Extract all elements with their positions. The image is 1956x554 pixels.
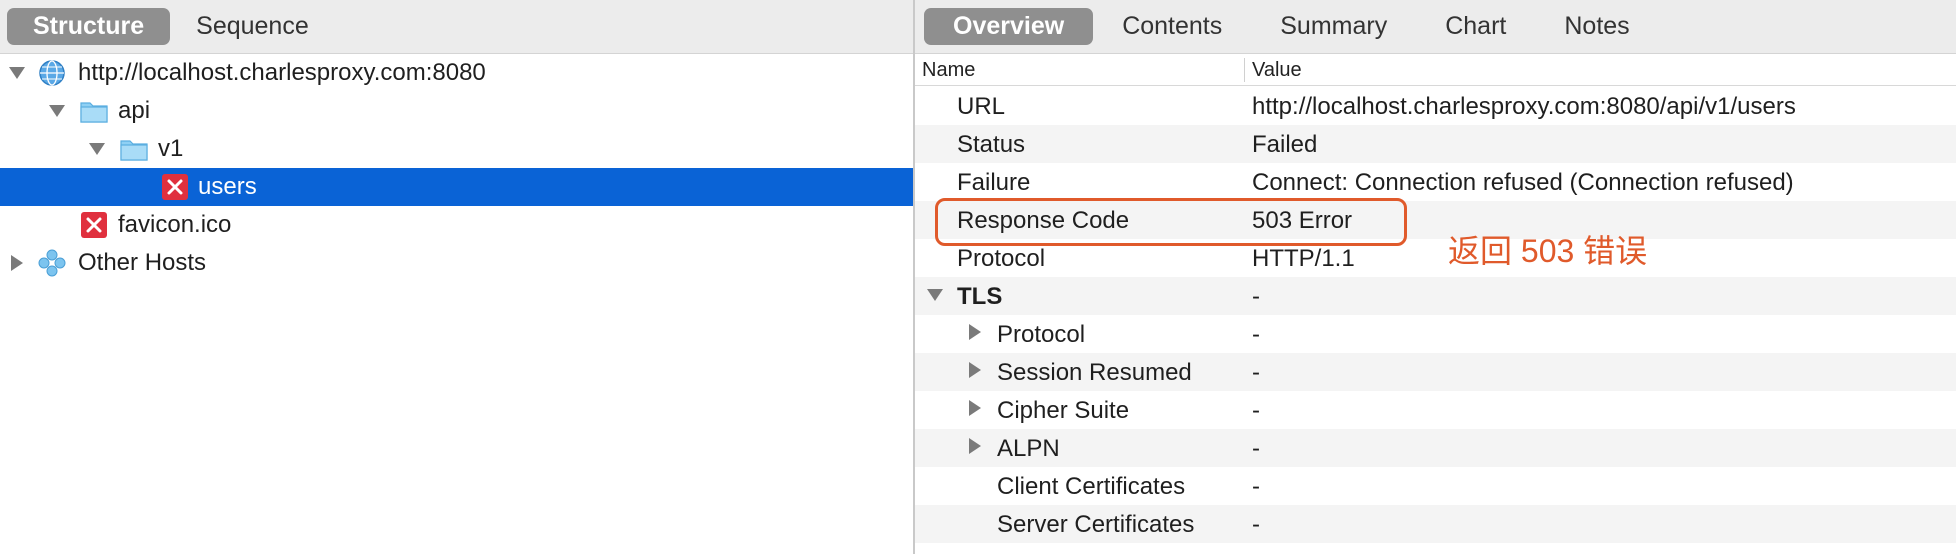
tab-sequence[interactable]: Sequence — [170, 8, 335, 45]
column-header-name[interactable]: Name — [922, 59, 975, 82]
annotation-highlight-box — [935, 198, 1407, 246]
tree-item-host[interactable]: http://localhost.charlesproxy.com:8080 — [0, 54, 913, 92]
column-header-value[interactable]: Value — [1252, 59, 1302, 82]
structure-pane: Structure Sequence http://localhost.char… — [0, 0, 913, 554]
tree-item-api[interactable]: api — [0, 92, 913, 130]
row-name: TLS — [957, 283, 1003, 310]
table-row[interactable]: Server Certificates - — [915, 505, 1956, 543]
tree-label-users: users — [198, 173, 257, 200]
row-value: - — [1252, 435, 1260, 462]
tree-label-api: api — [118, 97, 151, 124]
table-header: Name Value — [915, 54, 1956, 86]
tree-item-users[interactable]: users — [0, 168, 913, 206]
disclosure-expanded-icon[interactable] — [6, 62, 28, 84]
disclosure-expanded-icon[interactable] — [46, 100, 68, 122]
table-row[interactable]: Failure Connect: Connection refused (Con… — [915, 163, 1956, 201]
tree-label-other-hosts: Other Hosts — [78, 249, 207, 276]
tab-contents[interactable]: Contents — [1093, 8, 1251, 45]
tree-label-host: http://localhost.charlesproxy.com:8080 — [78, 59, 486, 86]
disclosure-expanded-icon[interactable] — [927, 289, 943, 301]
table-row[interactable]: Protocol - — [915, 315, 1956, 353]
disclosure-collapsed-icon[interactable] — [6, 252, 28, 274]
table-row[interactable]: Session Resumed - — [915, 353, 1956, 391]
tree-item-other-hosts[interactable]: Other Hosts — [0, 244, 913, 282]
row-value: HTTP/1.1 — [1252, 245, 1355, 272]
disclosure-collapsed-icon[interactable] — [969, 400, 981, 416]
annotation-label: 返回 503 错误 — [1448, 233, 1648, 269]
right-tabbar: Overview Contents Summary Chart Notes — [915, 0, 1956, 54]
tree-label-favicon: favicon.ico — [118, 211, 232, 238]
tab-notes[interactable]: Notes — [1535, 8, 1658, 45]
row-value: - — [1252, 283, 1260, 310]
row-name: Protocol — [997, 321, 1086, 348]
row-name: ALPN — [997, 435, 1060, 462]
row-value: Connect: Connection refused (Connection … — [1252, 169, 1794, 196]
tree-item-favicon[interactable]: favicon.ico — [0, 206, 913, 244]
table-row[interactable]: TLS - — [915, 277, 1956, 315]
row-value: - — [1252, 473, 1260, 500]
row-name: Client Certificates — [997, 473, 1186, 500]
hosts-cluster-icon — [38, 249, 66, 277]
tab-structure[interactable]: Structure — [7, 8, 171, 45]
row-value: - — [1252, 397, 1260, 424]
row-value: - — [1252, 321, 1260, 348]
row-name: Cipher Suite — [997, 397, 1130, 424]
table-row[interactable]: ALPN - — [915, 429, 1956, 467]
table-row[interactable]: URL http://localhost.charlesproxy.com:80… — [915, 87, 1956, 125]
error-icon — [162, 174, 188, 200]
disclosure-collapsed-icon[interactable] — [969, 438, 981, 454]
folder-icon — [120, 140, 148, 161]
row-name: Status — [957, 131, 1026, 158]
tab-chart[interactable]: Chart — [1416, 8, 1535, 45]
table-row[interactable]: Cipher Suite - — [915, 391, 1956, 429]
globe-icon — [39, 60, 65, 86]
tab-overview[interactable]: Overview — [924, 8, 1094, 45]
row-name: Server Certificates — [997, 511, 1195, 538]
row-name: URL — [957, 93, 1006, 120]
row-value: - — [1252, 359, 1260, 386]
disclosure-collapsed-icon[interactable] — [969, 324, 981, 340]
overview-pane: Overview Contents Summary Chart Notes Na… — [915, 0, 1956, 554]
column-separator[interactable] — [1244, 58, 1245, 82]
row-name: Session Resumed — [997, 359, 1192, 386]
disclosure-collapsed-icon[interactable] — [969, 362, 981, 378]
row-name: Protocol — [957, 245, 1046, 272]
tree-label-v1: v1 — [158, 135, 184, 162]
row-value: http://localhost.charlesproxy.com:8080/a… — [1252, 93, 1796, 120]
folder-icon — [80, 102, 108, 123]
row-value: Failed — [1252, 131, 1318, 158]
table-row[interactable]: Status Failed — [915, 125, 1956, 163]
disclosure-expanded-icon[interactable] — [86, 138, 108, 160]
table-row[interactable]: Client Certificates - — [915, 467, 1956, 505]
left-tabbar: Structure Sequence — [0, 0, 913, 54]
error-icon — [81, 212, 107, 238]
row-value: - — [1252, 511, 1260, 538]
row-name: Failure — [957, 169, 1031, 196]
tree-item-v1[interactable]: v1 — [0, 130, 913, 168]
tab-summary[interactable]: Summary — [1251, 8, 1416, 45]
